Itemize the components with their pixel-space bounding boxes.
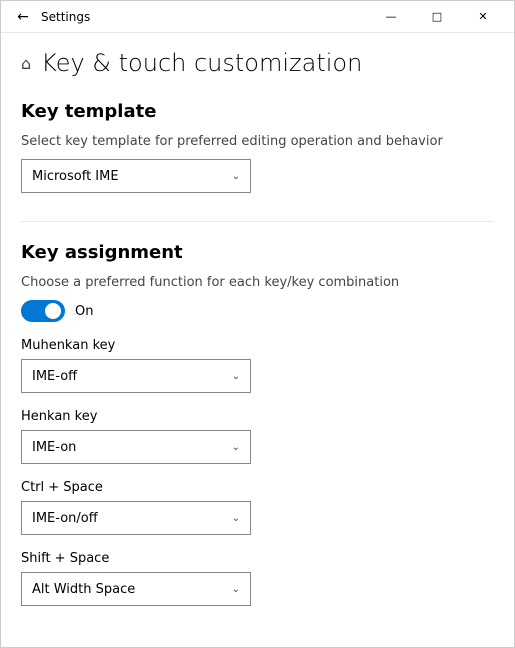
minimize-button[interactable]: —	[368, 1, 414, 33]
titlebar-title: Settings	[41, 10, 368, 24]
muhenkan-wrapper: Muhenkan key IME-off ⌄	[21, 338, 494, 393]
ctrl-space-label: Ctrl + Space	[21, 480, 494, 495]
page-header: ⌂ Key & touch customization	[21, 49, 494, 77]
titlebar: ← Settings — □ ✕	[1, 1, 514, 33]
henkan-dropdown[interactable]: IME-on ⌄	[21, 430, 251, 464]
window-controls: — □ ✕	[368, 1, 506, 33]
key-template-description: Select key template for preferred editin…	[21, 134, 494, 149]
key-assignment-description: Choose a preferred function for each key…	[21, 275, 494, 290]
chevron-down-icon: ⌄	[232, 371, 240, 382]
page-title: Key & touch customization	[41, 49, 362, 77]
henkan-wrapper: Henkan key IME-on ⌄	[21, 409, 494, 464]
maximize-button[interactable]: □	[414, 1, 460, 33]
shift-space-value: Alt Width Space	[32, 582, 135, 597]
key-template-section: Key template Select key template for pre…	[21, 101, 494, 193]
chevron-down-icon: ⌄	[232, 171, 240, 182]
section-divider	[21, 221, 494, 222]
chevron-down-icon: ⌄	[232, 513, 240, 524]
henkan-value: IME-on	[32, 440, 76, 455]
chevron-down-icon: ⌄	[232, 442, 240, 453]
toggle-label: On	[75, 304, 93, 319]
chevron-down-icon: ⌄	[232, 584, 240, 595]
ctrl-space-dropdown[interactable]: IME-on/off ⌄	[21, 501, 251, 535]
settings-window: ← Settings — □ ✕ ⌂ Key & touch customiza…	[0, 0, 515, 648]
henkan-label: Henkan key	[21, 409, 494, 424]
key-template-dropdown-value: Microsoft IME	[32, 169, 119, 184]
back-button[interactable]: ←	[9, 3, 37, 31]
muhenkan-value: IME-off	[32, 369, 77, 384]
ctrl-space-value: IME-on/off	[32, 511, 98, 526]
shift-space-dropdown[interactable]: Alt Width Space ⌄	[21, 572, 251, 606]
home-icon: ⌂	[21, 54, 31, 73]
muhenkan-label: Muhenkan key	[21, 338, 494, 353]
shift-space-wrapper: Shift + Space Alt Width Space ⌄	[21, 551, 494, 606]
key-template-dropdown[interactable]: Microsoft IME ⌄	[21, 159, 251, 193]
key-template-title: Key template	[21, 101, 494, 122]
ctrl-space-wrapper: Ctrl + Space IME-on/off ⌄	[21, 480, 494, 535]
muhenkan-dropdown[interactable]: IME-off ⌄	[21, 359, 251, 393]
key-assignment-toggle[interactable]	[21, 300, 65, 322]
close-button[interactable]: ✕	[460, 1, 506, 33]
toggle-row: On	[21, 300, 494, 322]
content-area: ⌂ Key & touch customization Key template…	[1, 33, 514, 647]
shift-space-label: Shift + Space	[21, 551, 494, 566]
key-assignment-section: Key assignment Choose a preferred functi…	[21, 242, 494, 606]
toggle-knob	[45, 303, 61, 319]
key-assignment-title: Key assignment	[21, 242, 494, 263]
